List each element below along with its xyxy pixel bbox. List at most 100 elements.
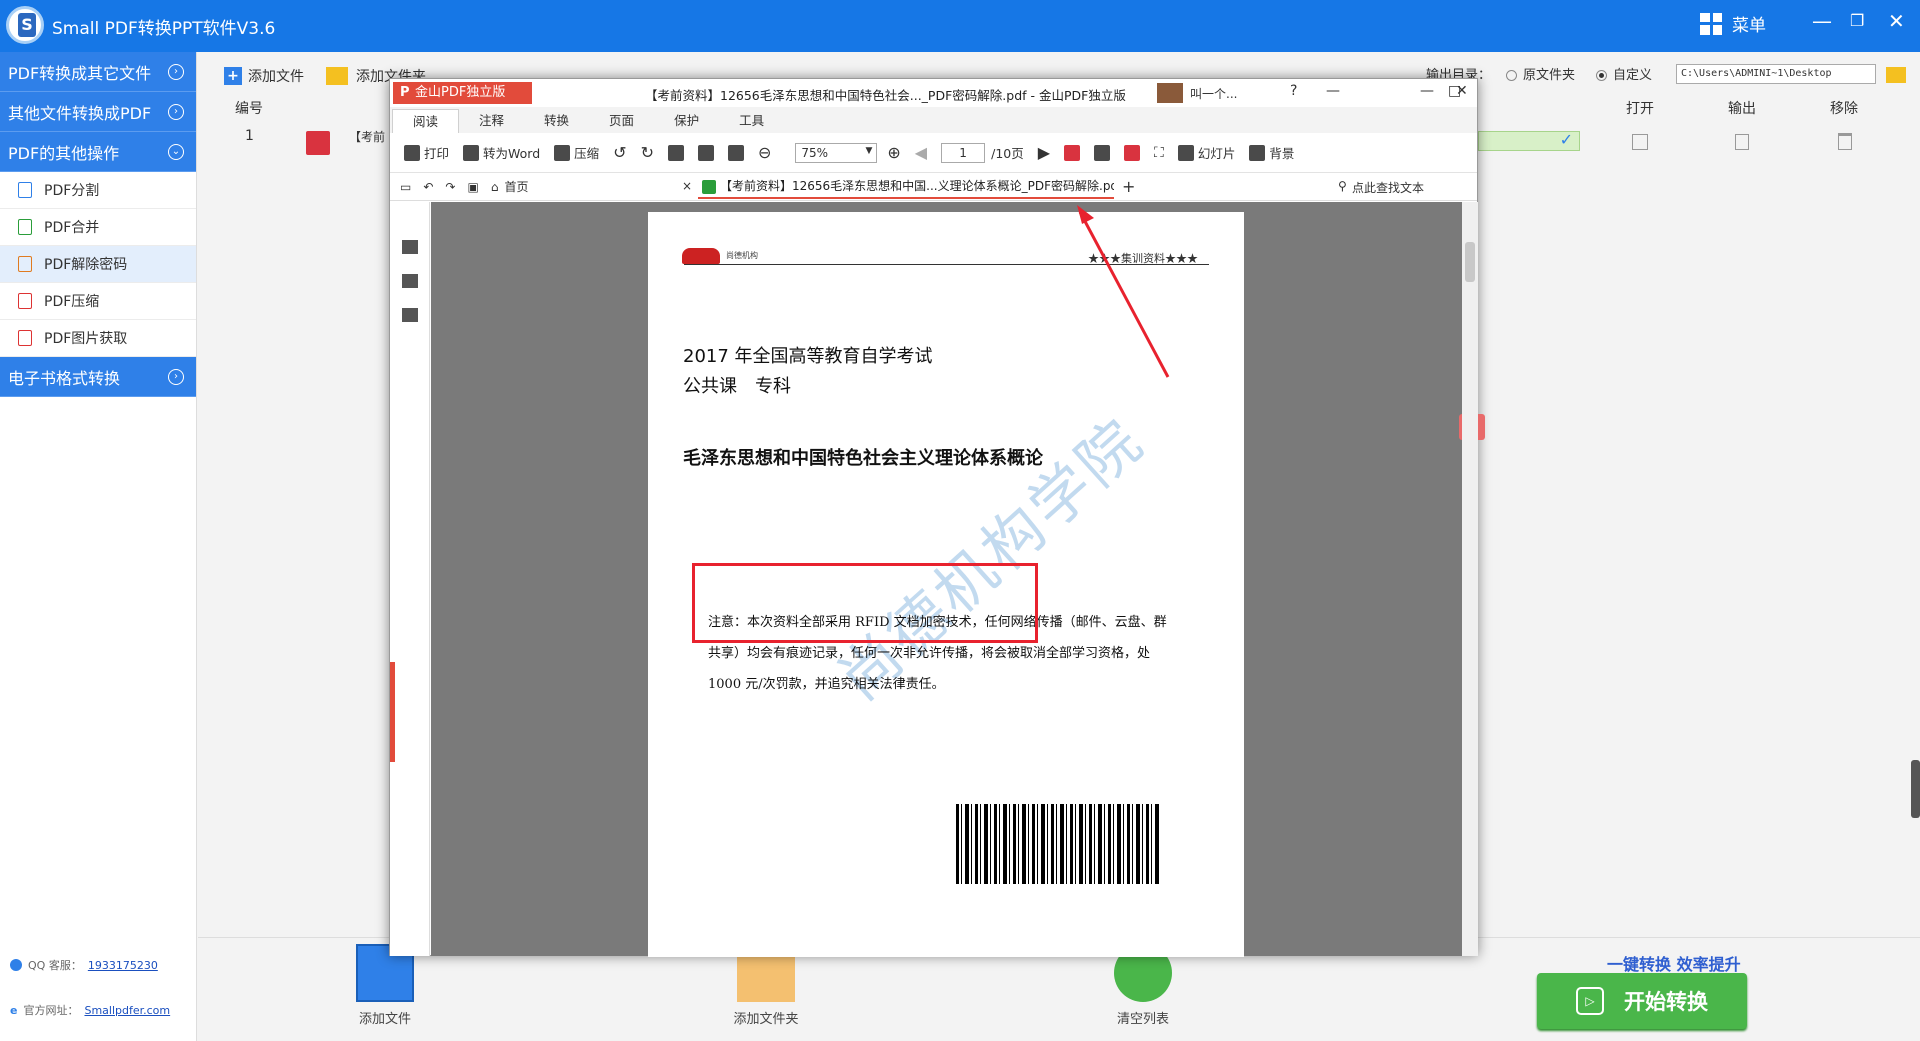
- sidebar-item-pdf-merge[interactable]: PDF合并: [0, 209, 196, 246]
- panel-collapse-handle[interactable]: [390, 662, 395, 762]
- continuous-icon: [1124, 144, 1141, 161]
- undo-icon[interactable]: ↶: [423, 180, 433, 194]
- reader-brand[interactable]: 金山PDF独立版: [393, 82, 532, 104]
- print-button[interactable]: 打印: [404, 143, 449, 162]
- zoom-in-button[interactable]: ⊕: [887, 143, 900, 162]
- next-page-button[interactable]: ▶: [1038, 143, 1050, 162]
- output-file-icon[interactable]: [1735, 134, 1749, 150]
- fit-width-button[interactable]: [697, 144, 714, 161]
- tab-tools[interactable]: 工具: [719, 109, 784, 133]
- viewer-scrollbar[interactable]: [1462, 202, 1478, 956]
- rotate-right-button[interactable]: ↻: [641, 143, 654, 162]
- add-file-button[interactable]: 添加文件: [248, 66, 304, 86]
- comments-icon[interactable]: [402, 274, 418, 288]
- sidebar-item-pdf-compress[interactable]: PDF压缩: [0, 283, 196, 320]
- user-avatar[interactable]: [1157, 83, 1183, 103]
- site-link[interactable]: Smallpdfer.com: [84, 1004, 170, 1017]
- fit-width-icon: [697, 144, 714, 161]
- sidebar-cat-pdf-to-other[interactable]: PDF转换成其它文件 ›: [0, 52, 196, 92]
- save-icon[interactable]: ▣: [467, 180, 478, 194]
- user-name[interactable]: 叫一个...: [1190, 85, 1237, 102]
- minimize-icon[interactable]: —: [1812, 10, 1832, 32]
- close-icon[interactable]: ✕: [1888, 10, 1905, 32]
- slideshow-button[interactable]: 幻灯片: [1177, 143, 1235, 162]
- browse-folder-icon[interactable]: [1886, 67, 1906, 83]
- bottom-add-file-button[interactable]: 添加文件: [350, 944, 420, 1027]
- outline-icon[interactable]: [402, 240, 418, 254]
- scroll-thumb[interactable]: [1465, 242, 1475, 282]
- reader-minimize-icon[interactable]: —: [1326, 83, 1340, 99]
- trash-icon[interactable]: [1838, 133, 1852, 150]
- tab-page[interactable]: 页面: [589, 109, 654, 133]
- sidebar-item-pdf-images[interactable]: PDF图片获取: [0, 320, 196, 357]
- radio-original-label: 原文件夹: [1523, 68, 1576, 83]
- single-page-button[interactable]: [1064, 144, 1081, 161]
- radio-original[interactable]: 原文件夹: [1506, 64, 1575, 83]
- annotation-box: [692, 563, 1038, 643]
- actual-size-icon: [667, 144, 684, 161]
- sunlands-logo-icon: [682, 248, 720, 264]
- tab-convert[interactable]: 转换: [524, 109, 589, 133]
- bottom-add-folder-label: 添加文件夹: [733, 1012, 799, 1027]
- radio-custom[interactable]: 自定义: [1596, 64, 1652, 83]
- actual-size-button[interactable]: [667, 144, 684, 161]
- sidebar-cat-pdf-other-ops[interactable]: PDF的其他操作 ⌄: [0, 132, 196, 172]
- background-button[interactable]: 背景: [1249, 143, 1294, 162]
- home-tab[interactable]: 首页: [504, 178, 528, 195]
- qq-link[interactable]: 1933175230: [88, 959, 158, 972]
- col-remove: 移除: [1830, 101, 1858, 117]
- compress-button[interactable]: 压缩: [554, 143, 599, 162]
- prev-page-button[interactable]: ◀: [915, 143, 927, 162]
- fit-page-icon: [727, 144, 744, 161]
- fullscreen-icon: ⛶: [1154, 144, 1164, 161]
- add-folder-icon[interactable]: [326, 67, 348, 85]
- header-logo-text: 尚德机构: [726, 251, 758, 260]
- sidebar-cat-ebook[interactable]: 电子书格式转换 ›: [0, 357, 196, 397]
- tab-annotate[interactable]: 注释: [459, 109, 524, 133]
- double-page-button[interactable]: [1094, 144, 1111, 161]
- rotate-right-icon: ↻: [640, 143, 654, 162]
- thumbnails-icon[interactable]: [402, 308, 418, 322]
- home-icon[interactable]: ⌂: [491, 180, 499, 194]
- qq-icon: [10, 959, 22, 971]
- find-text-field[interactable]: 点此查找文本: [1352, 179, 1424, 196]
- output-path-field[interactable]: C:\Users\ADMINI~1\Desktop: [1676, 64, 1876, 84]
- tab-protect[interactable]: 保护: [654, 109, 719, 133]
- sidebar-cat-other-to-pdf[interactable]: 其他文件转换成PDF ›: [0, 92, 196, 132]
- reader-close-x-icon[interactable]: ✕: [1456, 83, 1468, 99]
- help-icon[interactable]: ?: [1290, 83, 1297, 99]
- zoom-out-button[interactable]: ⊖: [758, 143, 771, 162]
- start-convert-button[interactable]: ▷ 开始转换: [1537, 973, 1747, 1029]
- to-word-button[interactable]: 转为Word: [463, 143, 540, 162]
- new-tab-icon[interactable]: +: [1122, 177, 1135, 196]
- grid-menu-icon: [1700, 12, 1722, 35]
- close-tab-icon[interactable]: ×: [682, 179, 692, 193]
- open-folder-icon[interactable]: ▭: [400, 180, 411, 194]
- side-handle[interactable]: [1911, 760, 1920, 818]
- fit-page-button[interactable]: [727, 144, 744, 161]
- chevron-down-icon: ⌄: [168, 143, 184, 160]
- rotate-left-icon: ↺: [613, 143, 627, 162]
- tab-read[interactable]: 阅读: [392, 109, 460, 133]
- reader-minimize-icon[interactable]: —: [1420, 83, 1434, 99]
- document-tab[interactable]: 【考前资料】12656毛泽东思想和中国...义理论体系概论_PDF密码解除.pd…: [698, 175, 1114, 199]
- fullscreen-button[interactable]: ⛶: [1154, 145, 1164, 161]
- zoom-value: 75%: [801, 145, 829, 160]
- chevron-down-icon: ▼: [865, 145, 873, 156]
- sidebar-item-pdf-split[interactable]: PDF分割: [0, 172, 196, 209]
- search-icon[interactable]: ⚲: [1338, 179, 1347, 193]
- page-number-input[interactable]: 1: [941, 142, 986, 163]
- zoom-select[interactable]: 75% ▼: [795, 142, 878, 163]
- doc-title: 毛泽东思想和中国特色社会主义理论体系概论: [683, 448, 1043, 469]
- sidebar-item-label: PDF压缩: [44, 294, 100, 310]
- menu-button[interactable]: 菜单: [1700, 11, 1766, 36]
- open-file-icon[interactable]: [1632, 134, 1648, 150]
- add-file-icon[interactable]: +: [224, 67, 242, 85]
- progress-bar: ✓: [1478, 130, 1580, 151]
- rotate-left-button[interactable]: ↺: [613, 143, 626, 162]
- restore-icon[interactable]: ❐: [1850, 10, 1864, 32]
- official-site: e 官方网址： Smallpdfer.com: [10, 1002, 170, 1018]
- redo-icon[interactable]: ↷: [445, 180, 455, 194]
- sidebar-item-pdf-unlock[interactable]: PDF解除密码: [0, 246, 196, 283]
- continuous-button[interactable]: [1124, 144, 1141, 161]
